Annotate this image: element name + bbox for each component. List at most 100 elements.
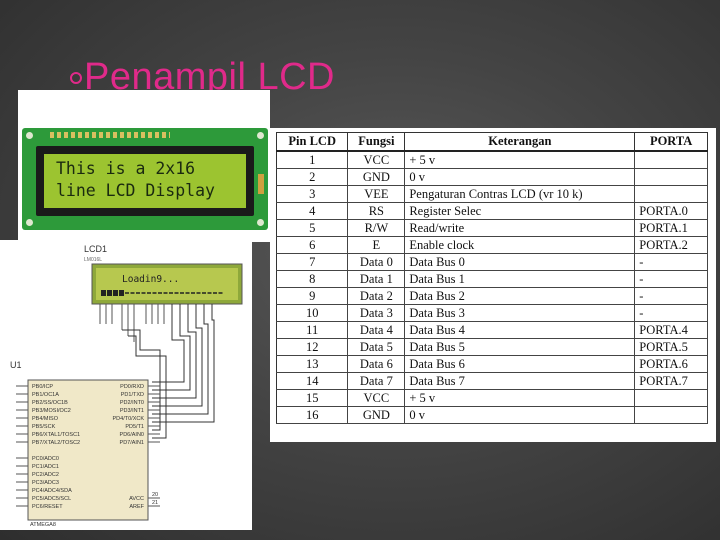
cell-pin-lcd: 10	[275, 304, 349, 322]
cell-keterangan: 0 v	[404, 406, 636, 424]
mcu-pin-label: PB6/XTAL1/TOSC1	[32, 432, 80, 438]
cell-fungsi: Data 6	[347, 355, 406, 373]
cell-keterangan: + 5 v	[404, 389, 636, 407]
cell-pin-lcd: 7	[275, 253, 349, 271]
mcu-pin-label: PC3/ADC3	[32, 480, 59, 486]
mcu-pin-label: PD6/AIN0	[120, 432, 144, 438]
mcu-pin-label: PB7/XTAL2/TOSC2	[32, 440, 80, 446]
cell-keterangan: + 5 v	[404, 150, 636, 169]
header-porta: PORTA	[634, 132, 708, 152]
cell-keterangan: Data Bus 5	[404, 338, 636, 356]
schematic-drawing: LCD1 LM016L Loadin9... U1 PB0/ICPPB1/OC1…	[10, 244, 243, 528]
table-row: 13 Data 6 Data Bus 6 PORTA.6	[275, 355, 708, 373]
cell-keterangan: Read/write	[404, 219, 636, 237]
mcu-pin-label: PC6/RESET	[32, 504, 63, 510]
table-row: 5 R/W Read/write PORTA.1	[275, 219, 708, 237]
cell-porta: PORTA.5	[634, 338, 708, 356]
lcd-bezel: This is a 2x16 line LCD Display	[36, 146, 254, 216]
cell-fungsi: Data 4	[347, 321, 406, 339]
table-row: 2 GND 0 v	[275, 168, 708, 186]
pin-table: Pin LCD Fungsi Keterangan PORTA 1 VCC + 5 …	[275, 132, 708, 424]
mcu-pin-label: PB1/OC1A	[32, 392, 59, 398]
cell-pin-lcd: 1	[275, 150, 349, 169]
cell-fungsi: GND	[347, 406, 406, 424]
mcu-part-label: ATMEGA8	[30, 522, 56, 528]
mcu-pin-label: PD1/TXD	[121, 392, 144, 398]
mcu-pin-label: AREF	[129, 504, 144, 510]
cell-keterangan: Data Bus 2	[404, 287, 636, 305]
cell-fungsi: VCC	[347, 150, 406, 169]
cell-porta	[634, 185, 708, 203]
mcu-pin-label: PC1/ADC1	[32, 464, 59, 470]
mcu-pin-label: PD0/RXD	[120, 384, 144, 390]
mcu-pin-label: PD4/T0/XCK	[113, 416, 145, 422]
cell-porta	[634, 150, 708, 169]
header-fungsi: Fungsi	[347, 132, 406, 152]
mount-hole-icon	[257, 219, 264, 226]
cell-keterangan: Data Bus 1	[404, 270, 636, 288]
cell-porta: -	[634, 287, 708, 305]
table-row: 11 Data 4 Data Bus 4 PORTA.4	[275, 321, 708, 339]
table-row: 12 Data 5 Data Bus 5 PORTA.5	[275, 338, 708, 356]
lcd-ref-label: LCD1	[84, 244, 107, 254]
pin-table-panel: Pin LCD Fungsi Keterangan PORTA 1 VCC + 5 …	[270, 128, 716, 442]
cell-porta: PORTA.4	[634, 321, 708, 339]
cell-pin-lcd: 9	[275, 287, 349, 305]
lcd-screen: This is a 2x16 line LCD Display	[44, 154, 246, 208]
mcu-pin-label: PD5/T1	[125, 424, 144, 430]
cell-pin-lcd: 8	[275, 270, 349, 288]
cell-porta	[634, 389, 708, 407]
cell-porta: PORTA.1	[634, 219, 708, 237]
table-row: 15 VCC + 5 v	[275, 389, 708, 407]
table-row: 8 Data 1 Data Bus 1-	[275, 270, 708, 288]
cell-porta: -	[634, 270, 708, 288]
mount-hole-icon	[26, 219, 33, 226]
cell-keterangan: Data Bus 6	[404, 355, 636, 373]
title-bullet-icon	[70, 72, 82, 84]
lcd-module-text: Loadin9...	[122, 274, 179, 285]
header-keterangan: Keterangan	[404, 132, 636, 152]
cell-pin-lcd: 2	[275, 168, 349, 186]
cell-pin-lcd: 5	[275, 219, 349, 237]
cell-fungsi: VEE	[347, 185, 406, 203]
table-row: 9 Data 2 Data Bus 2-	[275, 287, 708, 305]
cell-porta: PORTA.2	[634, 236, 708, 254]
table-row: 14 Data 7 Data Bus 7 PORTA.7	[275, 372, 708, 390]
cell-keterangan: Data Bus 7	[404, 372, 636, 390]
lcd-pcb: This is a 2x16 line LCD Display	[22, 128, 268, 230]
table-header-row: Pin LCD Fungsi Keterangan PORTA	[275, 132, 708, 152]
cell-pin-lcd: 16	[275, 406, 349, 424]
cell-fungsi: Data 5	[347, 338, 406, 356]
cell-keterangan: Pengaturan Contras LCD (vr 10 k)	[404, 185, 636, 203]
cell-fungsi: Data 0	[347, 253, 406, 271]
cell-keterangan: Register Selec	[404, 202, 636, 220]
lcd-line-1: This is a 2x16	[56, 159, 196, 178]
cell-pin-lcd: 15	[275, 389, 349, 407]
cell-fungsi: Data 3	[347, 304, 406, 322]
cell-pin-lcd: 11	[275, 321, 349, 339]
cell-keterangan: 0 v	[404, 168, 636, 186]
cell-pin-lcd: 4	[275, 202, 349, 220]
mcu-pin-label: PC4/ADC4/SDA	[32, 488, 72, 494]
table-row: 6 E Enable clock PORTA.2	[275, 236, 708, 254]
cell-keterangan: Data Bus 3	[404, 304, 636, 322]
mcu-pin-label: PD7/AIN1	[120, 440, 144, 446]
lcd-part-label: LM016L	[84, 257, 102, 263]
lcd-line-2: line LCD Display	[56, 181, 215, 200]
mcu-pin-label: PB2/SS/OC1B	[32, 400, 68, 406]
lcd-photo: This is a 2x16 line LCD Display	[18, 90, 270, 242]
cell-keterangan: Enable clock	[404, 236, 636, 254]
cell-porta: PORTA.0	[634, 202, 708, 220]
table-row: 10 Data 3 Data Bus 3-	[275, 304, 708, 322]
cell-keterangan: Data Bus 4	[404, 321, 636, 339]
avcc-pin-number: 20	[152, 492, 158, 498]
backlight-connector	[258, 174, 264, 194]
cell-pin-lcd: 3	[275, 185, 349, 203]
cell-porta: PORTA.6	[634, 355, 708, 373]
cell-porta	[634, 168, 708, 186]
cell-pin-lcd: 14	[275, 372, 349, 390]
cell-keterangan: Data Bus 0	[404, 253, 636, 271]
mcu-pin-label: PC5/ADC5/SCL	[32, 496, 71, 502]
table-row: 16 GND 0 v	[275, 406, 708, 424]
cell-fungsi: E	[347, 236, 406, 254]
